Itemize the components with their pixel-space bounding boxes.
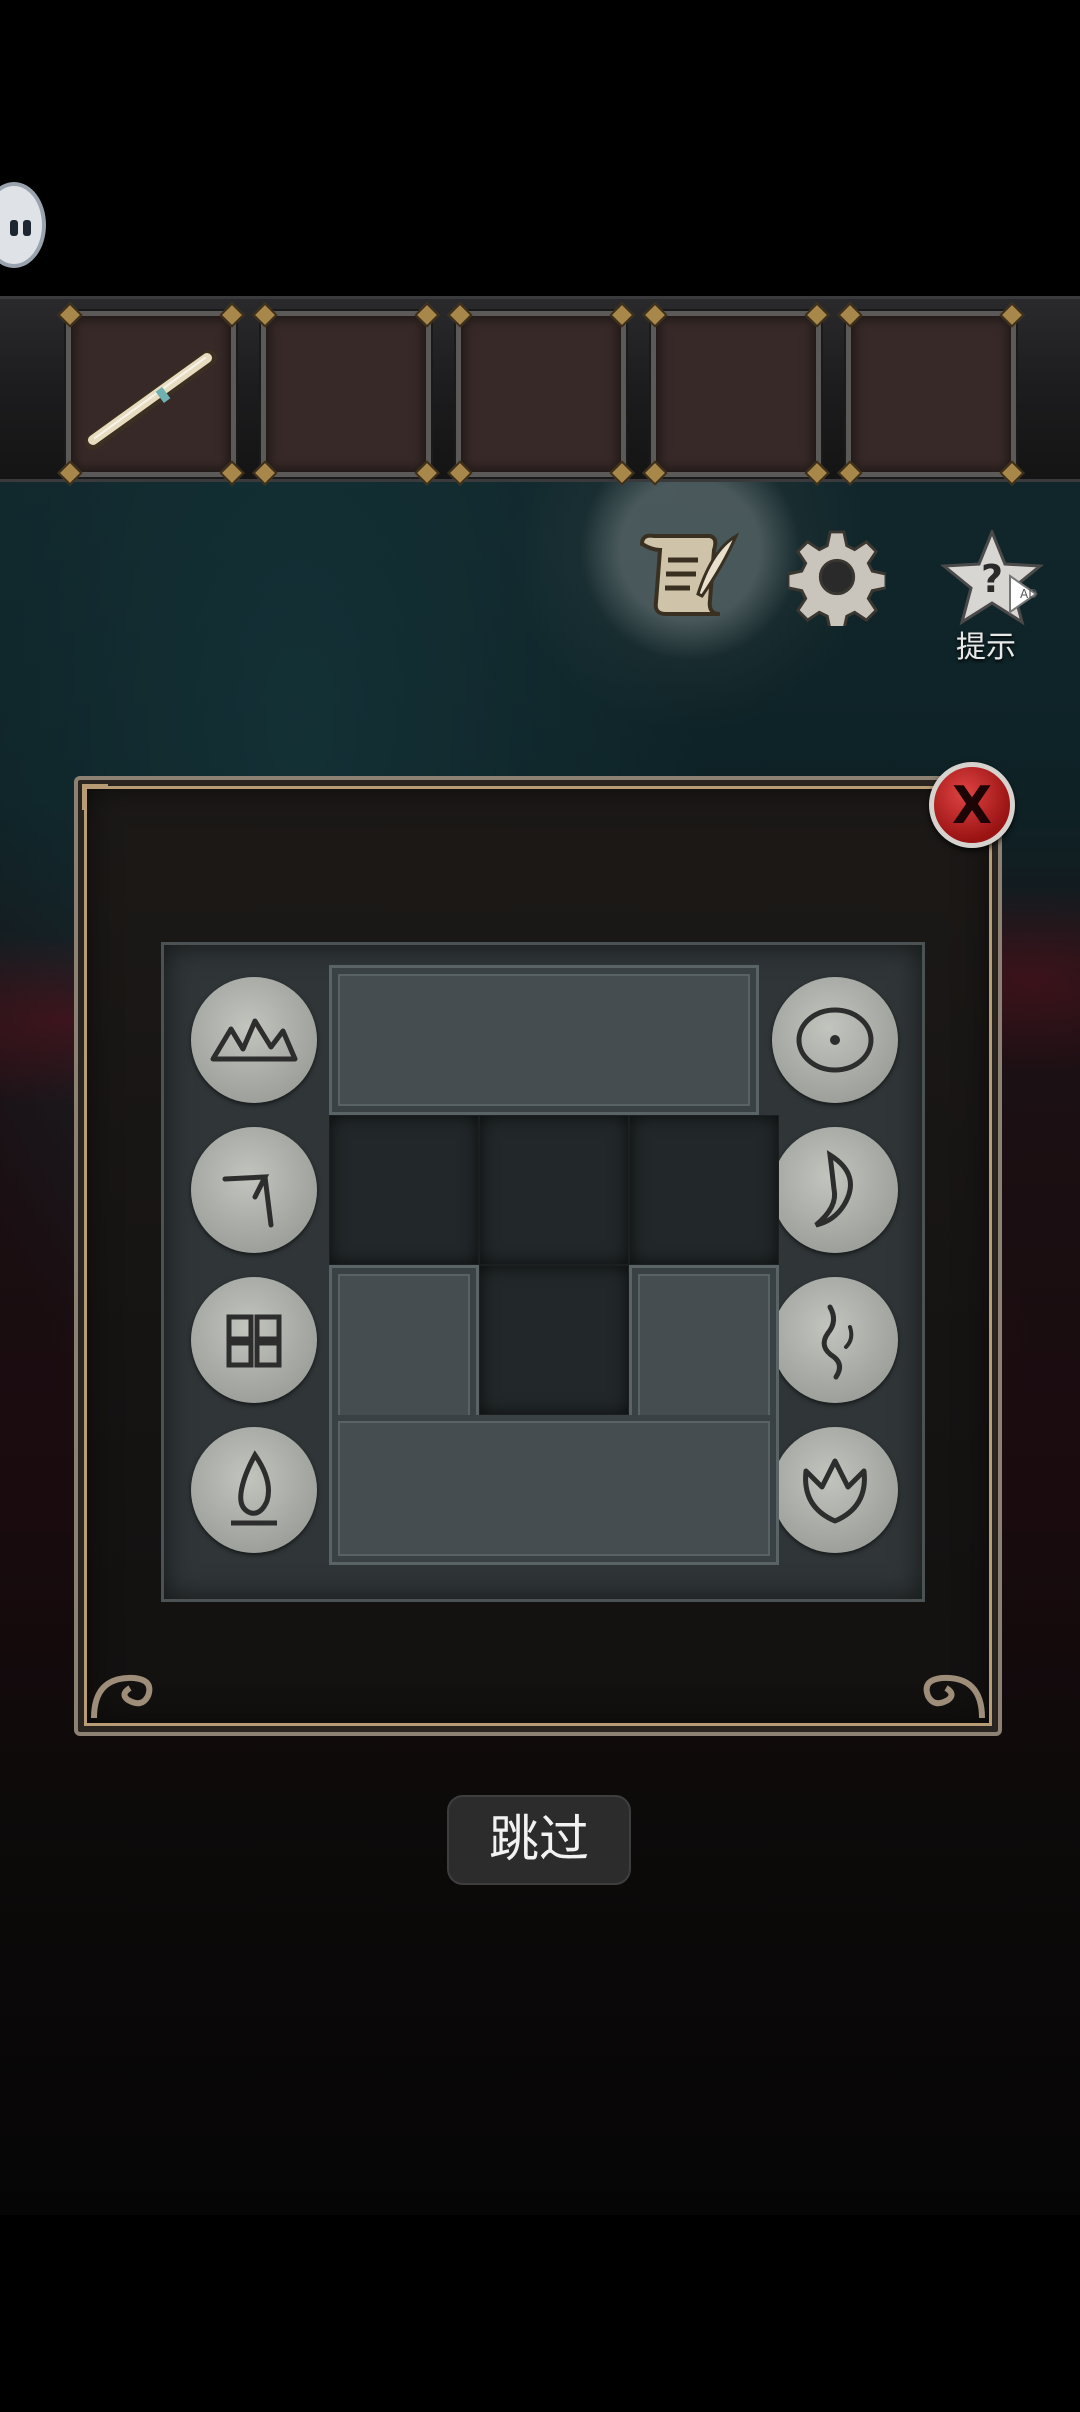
inventory-slot-5[interactable] <box>837 302 1025 486</box>
skip-button[interactable]: 跳过 <box>447 1795 631 1885</box>
empty-slot <box>329 1115 479 1265</box>
water-glyph-icon <box>821 1304 854 1380</box>
svg-text:AD: AD <box>1020 587 1037 601</box>
close-button[interactable]: X <box>929 762 1015 848</box>
scroll-rod-icon <box>85 350 217 450</box>
inventory-slot-2[interactable] <box>252 302 440 486</box>
left-symbol-tile-2[interactable] <box>179 1115 329 1265</box>
corner-ornament <box>91 1674 153 1719</box>
hint-label: 提示 <box>956 630 1016 665</box>
window-glyph-icon <box>226 1314 282 1368</box>
gear-icon[interactable] <box>788 528 886 626</box>
corner-ornament <box>82 784 108 810</box>
corner-ornament <box>923 1674 985 1719</box>
inventory-bar <box>0 296 1080 486</box>
empty-slot <box>479 1115 629 1265</box>
moon-glyph-icon <box>814 1150 853 1228</box>
empty-slot <box>629 1115 779 1265</box>
svg-text:?: ? <box>981 557 1003 601</box>
mountain-glyph-icon <box>210 1018 298 1062</box>
left-symbol-tile-3[interactable] <box>179 1265 329 1415</box>
scroll-quill-icon[interactable] <box>632 530 742 626</box>
inventory-slot-3[interactable] <box>447 302 635 486</box>
flower-glyph-icon <box>803 1458 867 1524</box>
left-symbol-tile-4[interactable] <box>179 1415 329 1565</box>
inventory-slot-4[interactable] <box>642 302 830 486</box>
right-symbol-tile-1[interactable] <box>760 965 910 1115</box>
left-symbol-tile-1[interactable] <box>179 965 329 1115</box>
eye-glyph-icon <box>796 1007 874 1073</box>
inventory-slot-1[interactable] <box>57 302 245 486</box>
sliding-puzzle-board <box>161 942 925 1602</box>
u-slab-base[interactable] <box>329 1415 779 1565</box>
pause-button[interactable] <box>0 182 46 268</box>
star-question-icon[interactable]: ? AD <box>938 530 1046 626</box>
empty-slot <box>479 1265 629 1415</box>
right-symbol-tile-2[interactable] <box>760 1115 910 1265</box>
horizontal-slab-block[interactable] <box>329 965 759 1115</box>
right-symbol-tile-3[interactable] <box>760 1265 910 1415</box>
flame-glyph-icon <box>231 1450 277 1526</box>
angle-glyph-icon <box>222 1174 274 1228</box>
right-symbol-tile-4[interactable] <box>760 1415 910 1565</box>
